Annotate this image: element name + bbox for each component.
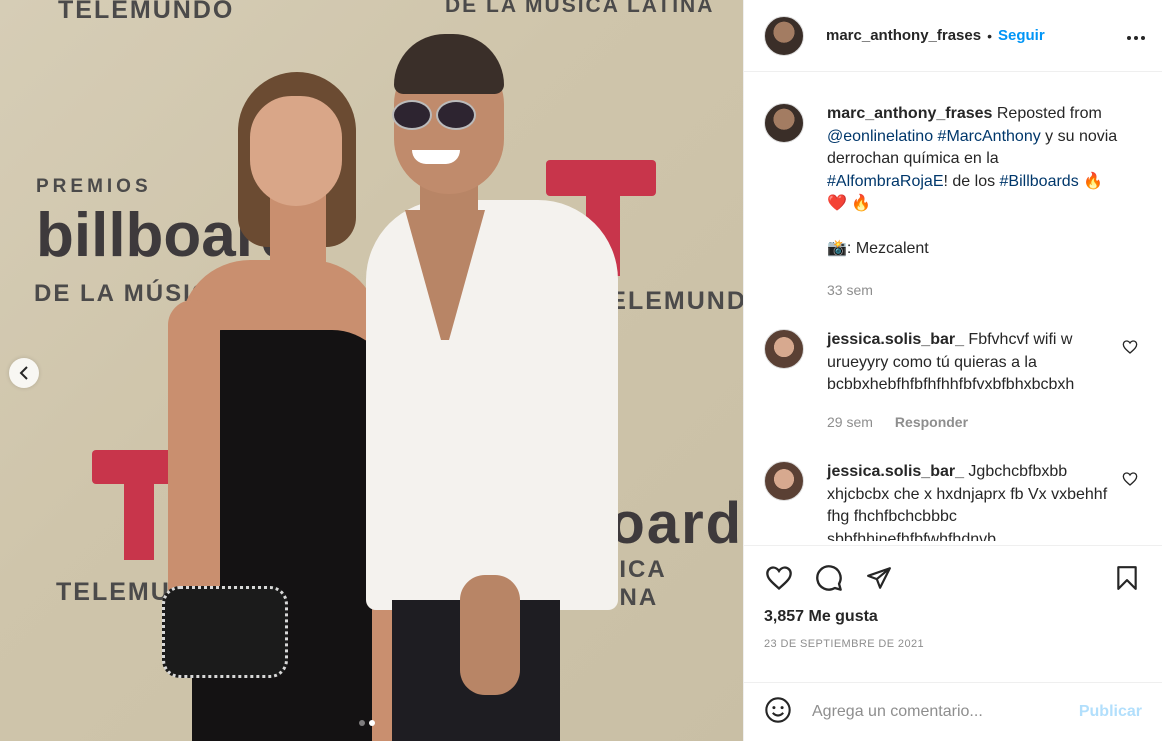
- commenter-avatar[interactable]: [764, 461, 804, 501]
- carousel-dot-active: [369, 720, 375, 726]
- man-hair: [394, 34, 504, 94]
- caption-avatar[interactable]: [764, 103, 804, 143]
- chevron-left-icon: [19, 366, 28, 380]
- post-header: marc_anthony_frases • Seguir: [744, 0, 1162, 72]
- header-separator: •: [987, 27, 992, 44]
- comment-button[interactable]: [814, 563, 844, 593]
- post-actions: 3,857 Me gusta 23 DE SEPTIEMBRE DE 2021: [744, 545, 1162, 681]
- more-horizontal-icon: [1127, 36, 1145, 40]
- smile: [412, 150, 460, 164]
- heart-icon: [766, 566, 792, 591]
- emoji-picker-button[interactable]: [764, 696, 792, 729]
- caption-username[interactable]: marc_anthony_frases: [827, 105, 992, 122]
- comment-input[interactable]: [812, 703, 1079, 721]
- man-hand: [460, 575, 520, 695]
- commenter-avatar[interactable]: [764, 329, 804, 369]
- save-button[interactable]: [1112, 563, 1142, 593]
- like-button[interactable]: [764, 563, 794, 593]
- backdrop-telemundo-top: TELEMUNDO: [58, 0, 235, 24]
- author-avatar[interactable]: [764, 15, 804, 56]
- more-options-button[interactable]: [1126, 24, 1146, 47]
- backdrop-premios: PREMIOS: [36, 176, 152, 197]
- sunglasses-right: [436, 100, 476, 130]
- likes-count[interactable]: 3,857 Me gusta: [764, 608, 1142, 626]
- carousel-prev-button[interactable]: [9, 358, 39, 388]
- post-side-panel: marc_anthony_frases • Seguir marc_anthon…: [743, 0, 1162, 741]
- backdrop-musica-top: DE LA MÚSICA LATINA: [445, 0, 715, 17]
- author-username[interactable]: marc_anthony_frases: [826, 27, 981, 44]
- woman-face: [250, 96, 342, 206]
- smiley-icon: [765, 696, 791, 723]
- comment-item: jessica.solis_bar_ Fbfvhcvf wifi w uruey…: [764, 329, 1142, 433]
- share-button[interactable]: [864, 563, 894, 593]
- post-image[interactable]: TELEMUNDO DE LA MÚSICA LATINA PREMIOS bi…: [0, 0, 743, 741]
- comment-icon: [816, 565, 842, 591]
- comment-body: jessica.solis_bar_ Jgbchcbfbxbb xhjcbcbx…: [827, 461, 1122, 541]
- mention-link[interactable]: @eonlinelatino: [827, 128, 933, 145]
- carousel-indicator: [359, 720, 375, 726]
- post-date[interactable]: 23 DE SEPTIEMBRE DE 2021: [764, 638, 1142, 650]
- caption-text: Reposted from: [992, 105, 1102, 122]
- caption-time[interactable]: 33 sem: [827, 279, 873, 302]
- commenter-username[interactable]: jessica.solis_bar_: [827, 331, 964, 348]
- fire-emoji: 🔥: [1078, 172, 1104, 190]
- comments-list[interactable]: marc_anthony_frases Reposted from @eonli…: [744, 73, 1162, 541]
- emoji-line: ❤️ 🔥: [827, 195, 872, 212]
- comment-time[interactable]: 29 sem: [827, 411, 873, 434]
- bookmark-icon: [1117, 566, 1137, 590]
- reply-button[interactable]: Responder: [895, 411, 968, 434]
- comment-like-icon[interactable]: [1122, 339, 1138, 355]
- white-shirt: [366, 200, 618, 610]
- comment-like-icon[interactable]: [1122, 471, 1138, 487]
- hashtag-link[interactable]: #MarcAnthony: [938, 128, 1041, 145]
- hashtag-link[interactable]: #Billboards: [1000, 173, 1079, 190]
- add-comment-bar: Publicar: [744, 682, 1162, 741]
- sunglasses-left: [392, 100, 432, 130]
- clutch-bag: [162, 586, 288, 678]
- carousel-dot: [359, 720, 365, 726]
- follow-button[interactable]: Seguir: [998, 27, 1045, 44]
- comment-body: jessica.solis_bar_ Fbfvhcvf wifi w uruey…: [827, 329, 1122, 433]
- caption-text: ! de los: [943, 172, 1000, 190]
- hashtag-link[interactable]: #AlfombraRojaE: [827, 173, 944, 190]
- caption-body: marc_anthony_frases Reposted from @eonli…: [827, 103, 1122, 301]
- black-dress: [192, 330, 392, 741]
- comment-item: jessica.solis_bar_ Jgbchcbfbxbb xhjcbcbx…: [764, 461, 1142, 541]
- photo-credit: 📸: Mezcalent: [827, 240, 929, 257]
- commenter-username[interactable]: jessica.solis_bar_: [827, 463, 964, 480]
- caption: marc_anthony_frases Reposted from @eonli…: [764, 103, 1142, 301]
- publish-button[interactable]: Publicar: [1079, 703, 1142, 721]
- woman-arm: [168, 300, 220, 630]
- share-icon: [867, 567, 891, 589]
